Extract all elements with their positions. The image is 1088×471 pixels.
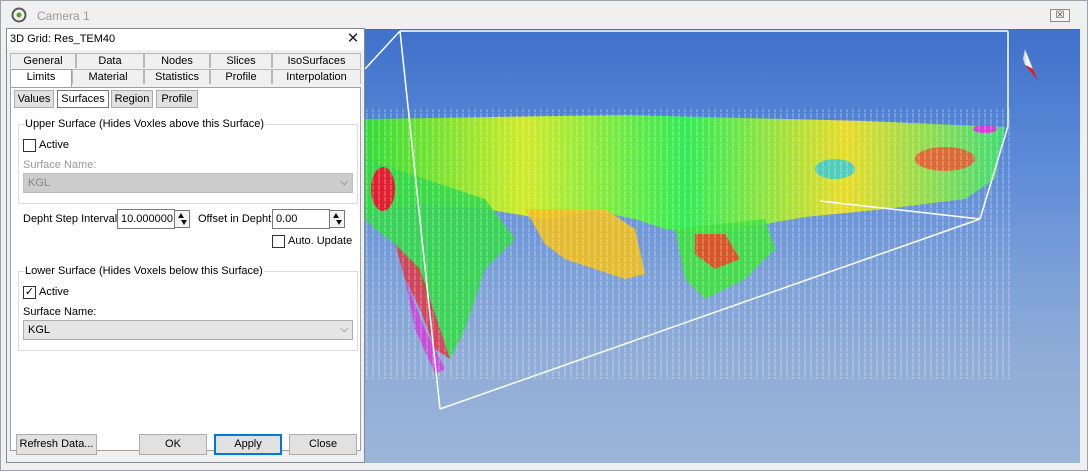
- dialog-title: 3D Grid: Res_TEM40: [10, 33, 116, 45]
- camera-window: Camera 1 ☒ 3D Grid: Res_TEM40 ✕ General …: [0, 0, 1088, 471]
- close-button[interactable]: Close: [289, 434, 357, 455]
- dialog-titlebar: 3D Grid: Res_TEM40 ✕: [7, 29, 364, 50]
- app-logo-icon: [11, 7, 27, 23]
- tab-interpolation[interactable]: Interpolation: [272, 69, 361, 84]
- ok-button[interactable]: OK: [139, 434, 207, 455]
- refresh-data-button[interactable]: Refresh Data...: [16, 434, 97, 455]
- window-close-button[interactable]: ☒: [1050, 9, 1070, 22]
- lower-surface-name-value: KGL: [28, 324, 51, 336]
- chevron-down-icon: ⌵: [340, 177, 348, 188]
- upper-surface-group-label: Upper Surface (Hides Voxles above this S…: [24, 118, 266, 130]
- window-title: Camera 1: [37, 9, 90, 23]
- subtab-values[interactable]: Values: [14, 90, 54, 108]
- lower-active-checkbox[interactable]: ✓: [23, 286, 36, 299]
- offset-label: Offset in Depht: [198, 213, 272, 225]
- depth-step-input[interactable]: 10.000000: [117, 209, 175, 229]
- upper-active-label: Active: [39, 139, 69, 151]
- tab-statistics[interactable]: Statistics: [144, 69, 210, 84]
- depth-step-spinner[interactable]: [174, 210, 190, 228]
- dialog-close-icon[interactable]: ✕: [344, 30, 362, 48]
- tab-profile[interactable]: Profile: [210, 69, 272, 84]
- tab-material[interactable]: Material: [72, 69, 144, 84]
- chevron-down-icon: ⌵: [340, 324, 348, 335]
- tab-general[interactable]: General: [10, 53, 76, 68]
- offset-spinner[interactable]: [329, 210, 345, 228]
- voxel-scene: [365, 30, 1038, 410]
- window-titlebar: Camera 1 ☒: [1, 1, 1087, 29]
- 3d-viewport[interactable]: [365, 29, 1080, 463]
- subtab-profile[interactable]: Profile: [156, 90, 198, 108]
- upper-active-checkbox[interactable]: [23, 139, 36, 152]
- limits-tab-page: Values Surfaces Region Profile Upper Sur…: [10, 87, 361, 451]
- subtab-region[interactable]: Region: [111, 90, 153, 108]
- tab-data[interactable]: Data: [76, 53, 144, 68]
- subtab-surfaces[interactable]: Surfaces: [57, 90, 109, 108]
- auto-update-label: Auto. Update: [288, 235, 353, 247]
- tab-isosurfaces[interactable]: IsoSurfaces: [272, 53, 361, 68]
- lower-surface-group-label: Lower Surface (Hides Voxels below this S…: [24, 265, 264, 277]
- apply-button[interactable]: Apply: [214, 434, 282, 455]
- lower-surface-name-label: Surface Name:: [23, 306, 97, 318]
- lower-active-label: Active: [39, 286, 69, 298]
- grid-properties-dialog: 3D Grid: Res_TEM40 ✕ General Data Nodes …: [6, 28, 365, 463]
- spin-updown-icon: [333, 213, 342, 225]
- auto-update-checkbox[interactable]: [272, 235, 285, 248]
- offset-input[interactable]: 0.00: [272, 209, 330, 229]
- depth-step-label: Depht Step Interval: [23, 213, 118, 225]
- upper-surface-name-select[interactable]: KGL ⌵: [23, 173, 353, 193]
- lower-surface-name-select[interactable]: KGL ⌵: [23, 320, 353, 340]
- tab-limits[interactable]: Limits: [10, 69, 72, 87]
- upper-surface-name-value: KGL: [28, 177, 51, 189]
- check-icon: ✓: [24, 286, 35, 298]
- spin-updown-icon: [178, 213, 187, 225]
- upper-surface-name-label: Surface Name:: [23, 159, 97, 171]
- tab-slices[interactable]: Slices: [210, 53, 272, 68]
- tab-nodes[interactable]: Nodes: [144, 53, 210, 68]
- north-arrow-icon: [1023, 48, 1038, 81]
